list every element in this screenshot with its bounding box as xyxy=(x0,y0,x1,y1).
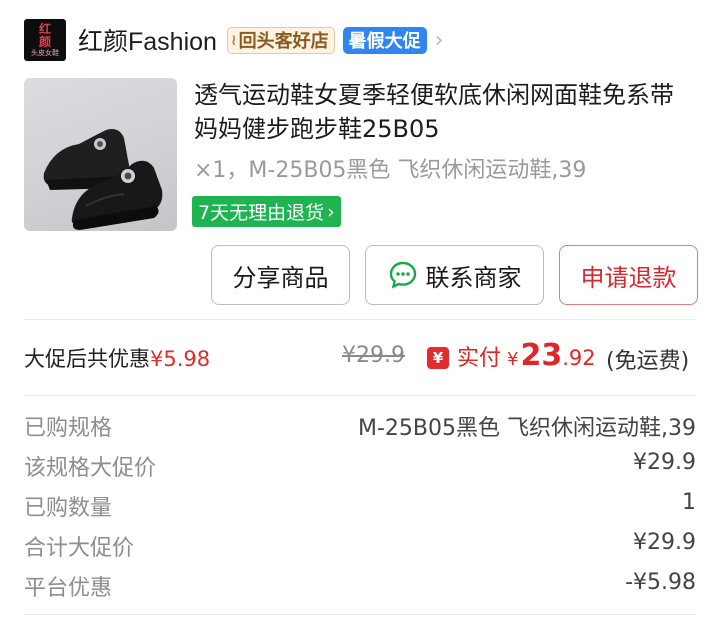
detail-row: 该规格大促价 ¥29.9 xyxy=(24,450,696,481)
divider xyxy=(24,614,696,615)
contact-seller-button[interactable]: 联系商家 xyxy=(365,245,544,305)
shop-logo-subtext: 头皮女鞋 xyxy=(31,48,59,57)
summer-sale-badge-label: 暑假大促 xyxy=(348,31,421,52)
detail-row: 平台优惠 -¥5.98 xyxy=(24,570,696,601)
detail-value: ¥29.9 xyxy=(633,450,696,475)
divider xyxy=(24,395,696,396)
shop-logo-char-2: 颜 xyxy=(38,34,51,49)
chevron-right-icon: › xyxy=(327,200,335,223)
repeat-customer-badge-label: 回头客好店 xyxy=(238,31,329,52)
detail-value: 1 xyxy=(682,490,696,515)
detail-label: 该规格大促价 xyxy=(24,456,157,481)
original-price: ¥29.9 xyxy=(342,343,405,368)
repeat-customer-badge: ≀ 回头客好店 xyxy=(226,26,335,54)
shop-header[interactable]: 红 颜 头皮女鞋 红颜Fashion ≀ 回头客好店 暑假大促 › xyxy=(24,18,704,62)
detail-row: 已购数量 1 xyxy=(24,490,696,521)
paid-integer: 23 xyxy=(520,338,563,373)
shipping-note: (免运费) xyxy=(606,349,690,374)
summer-sale-badge: 暑假大促 xyxy=(342,26,427,54)
shop-logo[interactable]: 红 颜 头皮女鞋 xyxy=(24,19,66,61)
promo-discount-label: 大促后共优惠 xyxy=(24,347,150,371)
detail-value: M-25B05黑色 飞织休闲运动鞋,39 xyxy=(358,416,696,441)
detail-row: 已购规格 M-25B05黑色 飞织休闲运动鞋,39 xyxy=(24,410,696,441)
shop-name[interactable]: 红颜Fashion xyxy=(78,22,217,58)
detail-row: 合计大促价 ¥29.9 xyxy=(24,530,696,561)
request-refund-label: 申请退款 xyxy=(580,263,677,292)
shop-logo-char-1: 红 xyxy=(38,21,51,36)
yuan-coupon-icon: ¥ xyxy=(427,347,449,369)
ribbon-icon: ≀ xyxy=(230,31,237,49)
paid-decimal: .92 xyxy=(562,346,596,370)
detail-label: 平台优惠 xyxy=(24,576,113,601)
promo-discount-summary: 大促后共优惠¥5.98 xyxy=(24,343,210,373)
shoe-image xyxy=(43,129,163,230)
product-thumbnail[interactable] xyxy=(24,78,177,231)
contact-seller-label: 联系商家 xyxy=(425,263,522,292)
request-refund-button[interactable]: 申请退款 xyxy=(559,245,698,305)
product-spec: ×1，M-25B05黑色 飞织休闲运动鞋,39 xyxy=(194,158,587,183)
divider xyxy=(24,319,696,320)
detail-label: 合计大促价 xyxy=(24,536,135,561)
paid-label: 实付 xyxy=(457,346,502,371)
share-product-button[interactable]: 分享商品 xyxy=(211,245,350,305)
detail-label: 已购规格 xyxy=(24,416,113,441)
detail-value: -¥5.98 xyxy=(625,570,696,595)
detail-value: ¥29.9 xyxy=(633,530,696,555)
paid-currency: ¥ xyxy=(507,349,519,370)
chevron-right-icon[interactable]: › xyxy=(435,28,444,53)
promo-discount-value: ¥5.98 xyxy=(150,347,211,371)
detail-label: 已购数量 xyxy=(24,496,113,521)
paid-amount: 实付 ¥ 23 .92 xyxy=(457,338,596,373)
share-product-label: 分享商品 xyxy=(232,263,329,292)
seven-day-returns-label: 7天无理由退货 xyxy=(198,202,325,224)
seven-day-returns-badge[interactable]: 7天无理由退货 › xyxy=(192,196,341,227)
chat-bubble-icon xyxy=(388,260,418,290)
product-title[interactable]: 透气运动鞋女夏季轻便软底休闲网面鞋免系带妈妈健步跑步鞋25B05 xyxy=(194,78,694,146)
